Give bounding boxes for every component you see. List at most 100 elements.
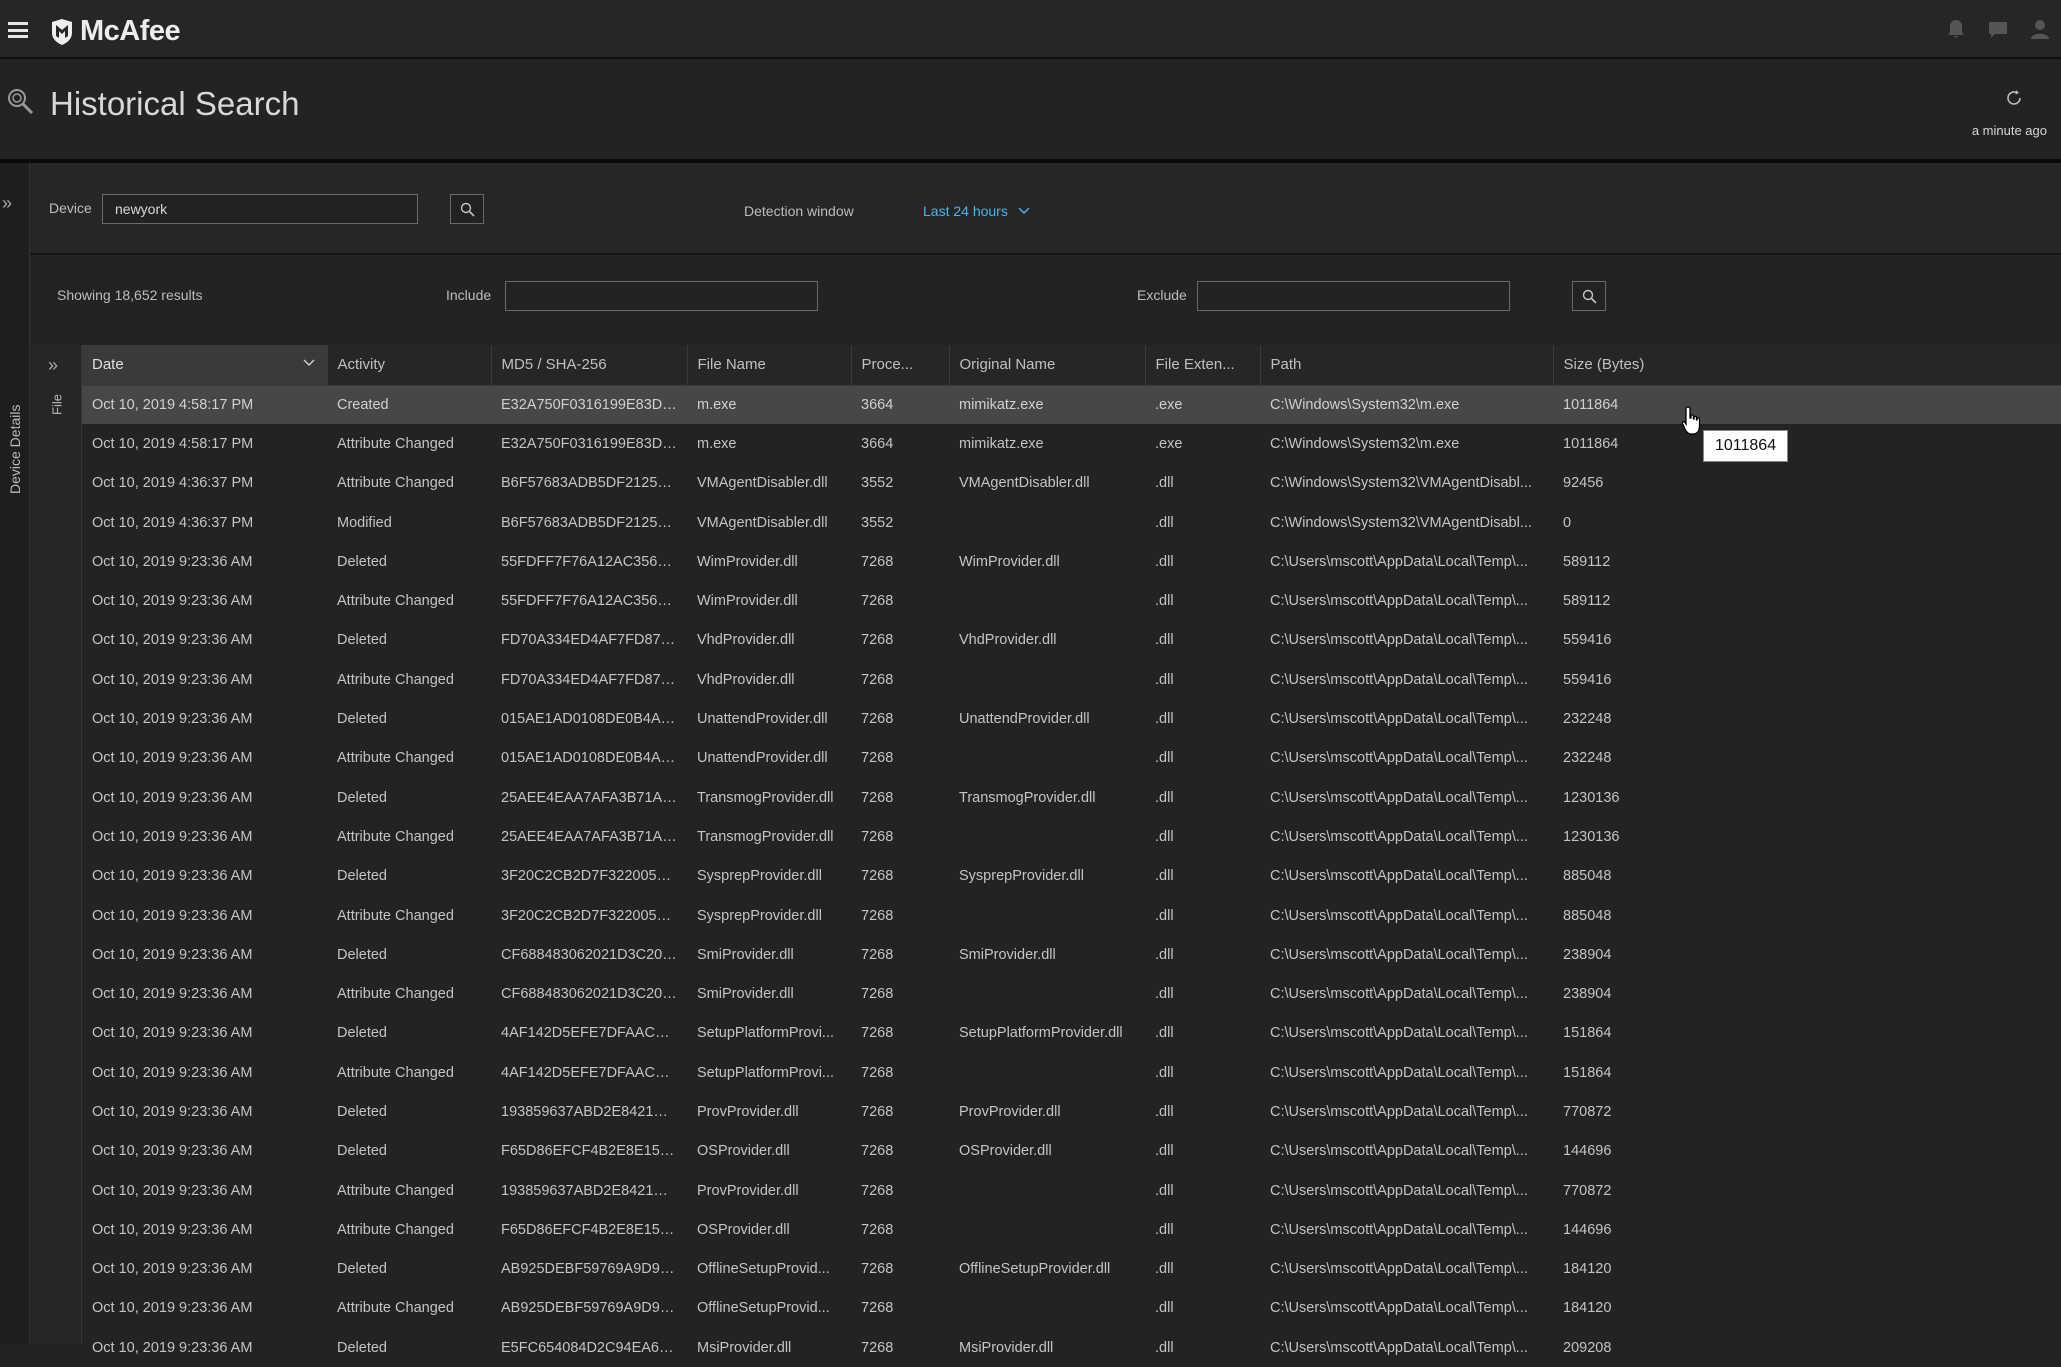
page-header: Historical Search a minute ago (0, 59, 2061, 163)
expand-rail-icon[interactable]: » (2, 193, 12, 214)
cell-activity: Modified (337, 514, 392, 531)
refresh-icon[interactable] (2005, 89, 2023, 107)
cell-hash: F65D86EFCF4B2E8E1532... (501, 1143, 687, 1160)
table-row[interactable]: Oct 10, 2019 9:23:36 AM Deleted F65D86EFCF… (82, 1131, 2061, 1171)
cell-process: 7268 (861, 907, 894, 924)
cell-original-name (949, 1210, 1145, 1249)
cell-path: C:\Users\mscott\AppData\Local\Temp\... (1270, 1143, 1528, 1160)
cell-original-name (949, 1171, 1145, 1210)
filter-search-button[interactable] (1572, 281, 1606, 311)
column-header-path[interactable]: Path (1260, 345, 1554, 386)
device-details-tab[interactable]: Device Details (7, 405, 23, 494)
cell-activity: Attribute Changed (337, 1300, 454, 1317)
table-row[interactable]: Oct 10, 2019 9:23:36 AM Deleted AB925DEBF5… (82, 1249, 2061, 1289)
table-row[interactable]: Oct 10, 2019 9:23:36 AM Deleted 55FDFF7F76… (82, 542, 2061, 582)
column-header-activity[interactable]: Activity (327, 345, 492, 386)
cell-file-extension: .dll (1155, 986, 1174, 1003)
detection-window-dropdown[interactable]: Last 24 hours (923, 203, 1030, 219)
cell-original-name: VMAgentDisabler.dll (959, 475, 1090, 492)
include-label: Include (446, 287, 492, 303)
table-row[interactable]: Oct 10, 2019 9:23:36 AM Attribute Changed… (82, 581, 2061, 621)
table-row[interactable]: Oct 10, 2019 9:23:36 AM Attribute Changed… (82, 1288, 2061, 1329)
expand-columns-icon[interactable]: » (48, 355, 58, 376)
cell-activity: Attribute Changed (337, 907, 454, 924)
table-row[interactable]: Oct 10, 2019 9:23:36 AM Deleted 3F20C2CB2D… (82, 856, 2061, 896)
column-header-hash[interactable]: MD5 / SHA-256 (491, 345, 688, 386)
table-row[interactable]: Oct 10, 2019 9:23:36 AM Deleted 015AE1AD01… (82, 699, 2061, 739)
cell-size: 151864 (1563, 1064, 1612, 1081)
table-row[interactable]: Oct 10, 2019 9:23:36 AM Attribute Changed… (82, 1170, 2061, 1211)
cell-hash: 4AF142D5EFE7DFAAC4B... (501, 1064, 685, 1081)
cell-path: C:\Users\mscott\AppData\Local\Temp\... (1270, 1300, 1528, 1317)
cell-date: Oct 10, 2019 9:23:36 AM (92, 1143, 253, 1160)
table-row[interactable]: Oct 10, 2019 9:23:36 AM Attribute Changed… (82, 1053, 2061, 1093)
cell-path: C:\Users\mscott\AppData\Local\Temp\... (1270, 1339, 1528, 1356)
user-icon[interactable] (2029, 18, 2051, 40)
column-header-original-name[interactable]: Original Name (949, 345, 1146, 386)
table-row[interactable]: Oct 10, 2019 9:23:36 AM Deleted 25AEE4EAA7… (82, 777, 2061, 818)
device-search-button[interactable] (450, 194, 484, 224)
cell-original-name: UnattendProvider.dll (959, 711, 1090, 728)
cell-file-name: SmiProvider.dll (697, 986, 794, 1003)
column-header-file-extension[interactable]: File Exten... (1145, 345, 1261, 386)
table-row[interactable]: Oct 10, 2019 9:23:36 AM Deleted CF68848306… (82, 935, 2061, 975)
detection-window-label: Detection window (744, 203, 854, 219)
menu-icon[interactable] (8, 22, 28, 38)
cell-original-name: SmiProvider.dll (959, 946, 1056, 963)
cell-hash: 55FDFF7F76A12AC35633... (501, 593, 686, 610)
cell-activity: Deleted (337, 789, 387, 806)
cell-activity: Attribute Changed (337, 1221, 454, 1238)
cell-hash: 25AEE4EAA7AFA3B71AC... (501, 828, 685, 845)
cell-file-name: UnattendProvider.dll (697, 750, 828, 767)
table-row[interactable]: Oct 10, 2019 9:23:36 AM Attribute Changed… (82, 1210, 2061, 1250)
chevron-down-icon (303, 359, 314, 366)
cell-size: 1230136 (1563, 828, 1620, 845)
column-header-process[interactable]: Proce... (851, 345, 950, 386)
cell-file-extension: .dll (1155, 1221, 1174, 1238)
cell-file-name: ProvProvider.dll (697, 1182, 799, 1199)
device-input[interactable] (102, 194, 418, 224)
cell-activity: Created (337, 396, 389, 413)
exclude-input[interactable] (1197, 281, 1510, 311)
cell-size: 885048 (1563, 868, 1612, 885)
file-tab[interactable]: File (50, 390, 65, 420)
table-row[interactable]: Oct 10, 2019 9:23:36 AM Deleted FD70A334ED… (82, 620, 2061, 661)
table-row[interactable]: Oct 10, 2019 9:23:36 AM Deleted 4AF142D5EF… (82, 1013, 2061, 1054)
cell-process: 3552 (861, 475, 894, 492)
include-input[interactable] (505, 281, 818, 311)
cell-hash: AB925DEBF59769A9D94... (501, 1261, 680, 1278)
message-icon[interactable] (1987, 18, 2009, 40)
cell-activity: Attribute Changed (337, 828, 454, 845)
cell-activity: Attribute Changed (337, 435, 454, 452)
bell-icon[interactable] (1945, 18, 1967, 40)
table-row[interactable]: Oct 10, 2019 9:23:36 AM Deleted E5FC654084… (82, 1328, 2061, 1367)
brand-logo[interactable]: McAfee (50, 15, 181, 48)
cell-process: 7268 (861, 1025, 894, 1042)
cell-original-name (949, 739, 1145, 778)
cell-file-name: VMAgentDisabler.dll (697, 475, 828, 492)
cell-path: C:\Users\mscott\AppData\Local\Temp\... (1270, 1025, 1528, 1042)
table-row[interactable]: Oct 10, 2019 9:23:36 AM Attribute Changed… (82, 895, 2061, 936)
table-row[interactable]: Oct 10, 2019 9:23:36 AM Attribute Changed… (82, 660, 2061, 700)
table-row[interactable]: Oct 10, 2019 4:36:37 PM Attribute Changed… (82, 463, 2061, 503)
column-header-file-name[interactable]: File Name (687, 345, 852, 386)
cell-file-name: VMAgentDisabler.dll (697, 514, 828, 531)
cell-activity: Deleted (337, 632, 387, 649)
column-header-size[interactable]: Size (Bytes) (1553, 345, 2061, 386)
cell-file-name: WimProvider.dll (697, 553, 798, 570)
cell-original-name: ProvProvider.dll (959, 1103, 1061, 1120)
table-row[interactable]: Oct 10, 2019 4:36:37 PM Modified B6F57683A… (82, 502, 2061, 543)
table-row[interactable]: Oct 10, 2019 9:23:36 AM Attribute Changed… (82, 738, 2061, 778)
size-tooltip: 1011864 (1703, 430, 1789, 462)
cell-size: 589112 (1563, 553, 1611, 570)
table-row[interactable]: Oct 10, 2019 9:23:36 AM Attribute Changed… (82, 974, 2061, 1014)
results-summary: Showing 18,652 results (57, 287, 203, 303)
column-header-date[interactable]: Date (82, 345, 328, 386)
table-row[interactable]: Oct 10, 2019 4:58:17 PM Created E32A750F03… (82, 385, 2061, 425)
cell-size: 559416 (1563, 632, 1612, 649)
cell-path: C:\Users\mscott\AppData\Local\Temp\... (1270, 553, 1528, 570)
cell-size: 232248 (1563, 750, 1612, 767)
table-row[interactable]: Oct 10, 2019 9:23:36 AM Deleted 193859637A… (82, 1092, 2061, 1132)
table-row[interactable]: Oct 10, 2019 9:23:36 AM Attribute Changed… (82, 817, 2061, 857)
cell-process: 7268 (861, 1182, 894, 1199)
